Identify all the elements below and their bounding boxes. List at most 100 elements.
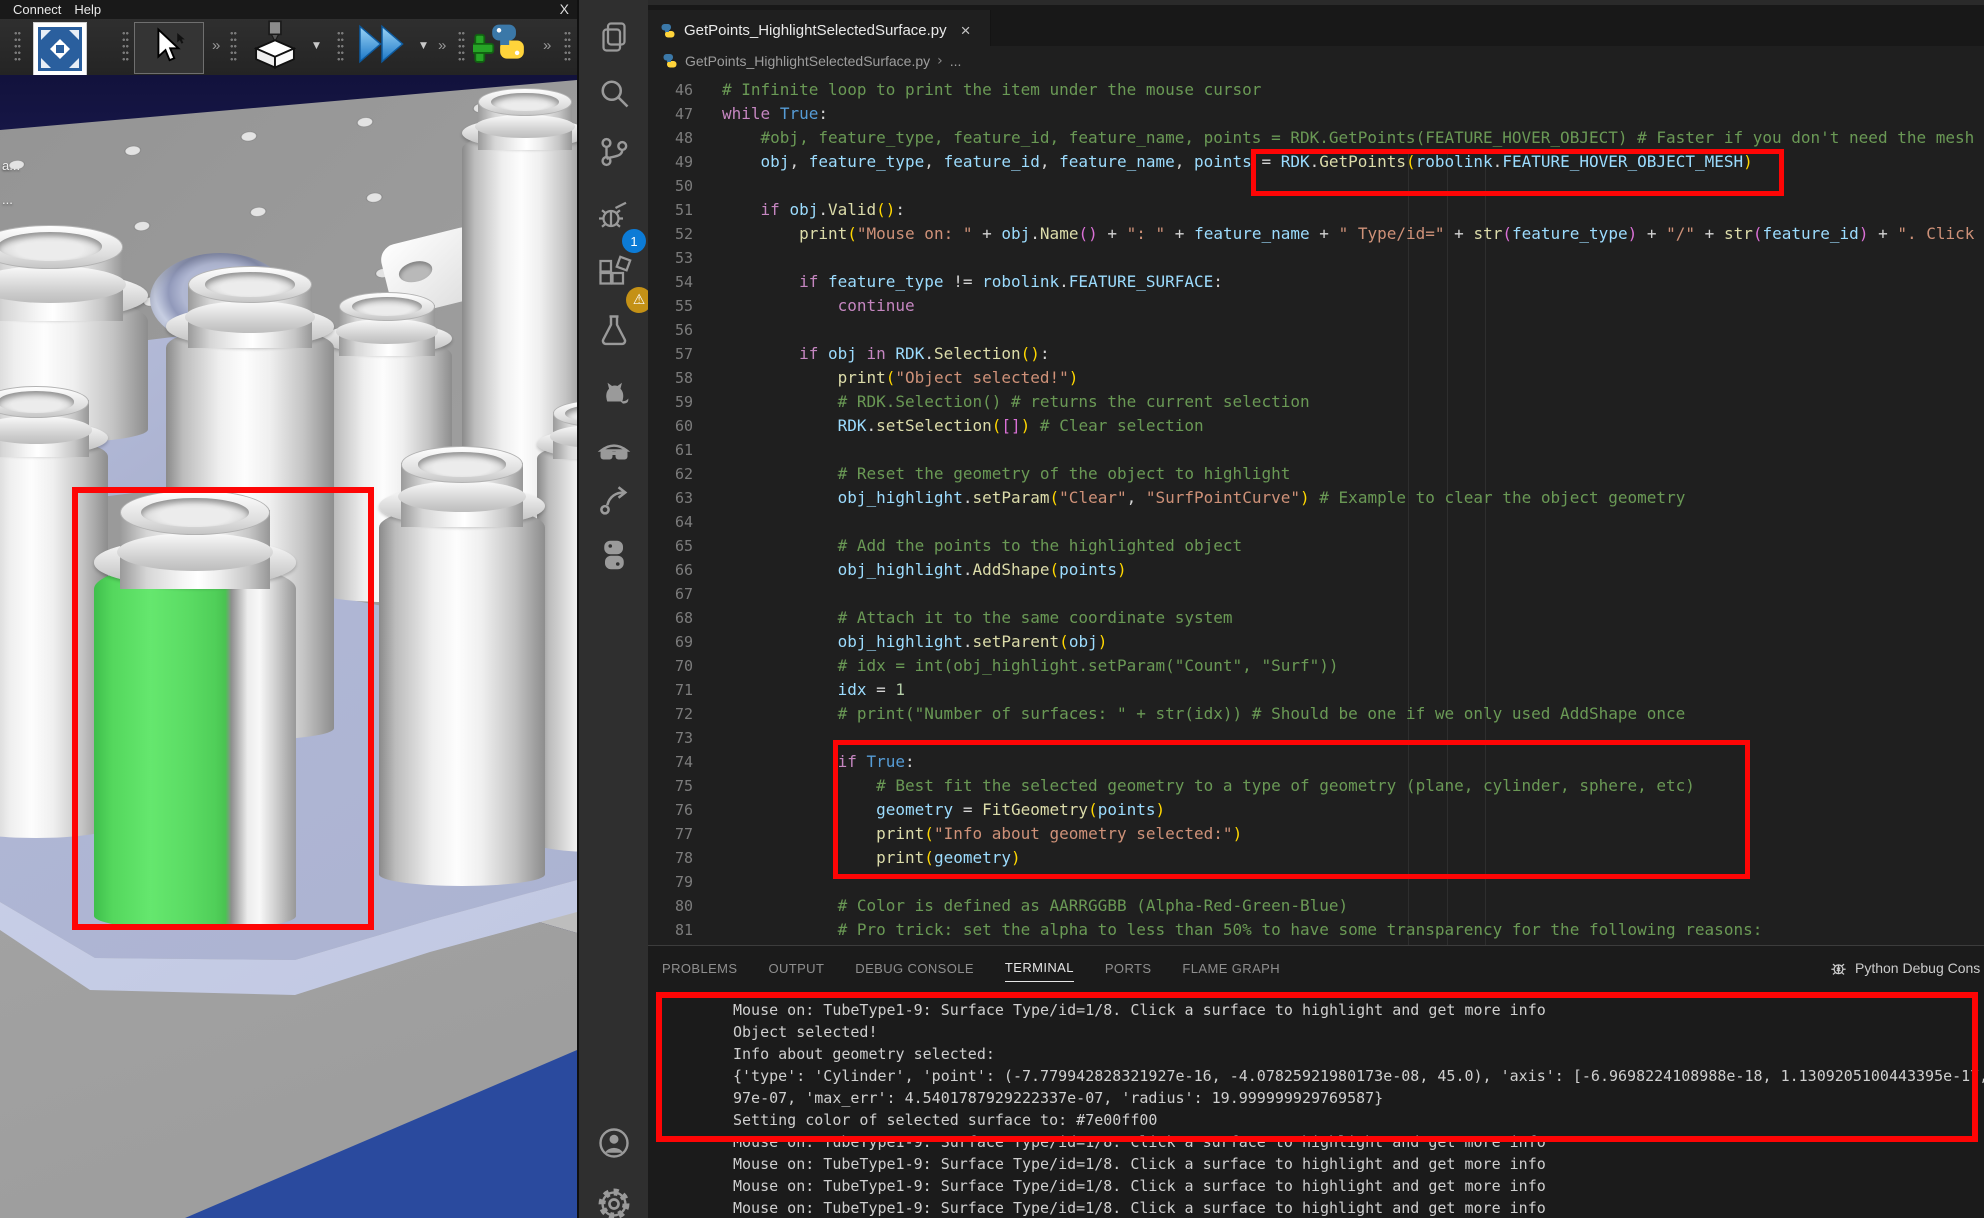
code-line[interactable]: 65 # Add the points to the highlighted o… [648,534,1984,558]
code-line[interactable]: 54 if feature_type != robolink.FEATURE_S… [648,270,1984,294]
line-number[interactable]: 53 [648,246,693,270]
sidebar-item-extensions[interactable]: ⚠ [596,255,632,291]
line-number[interactable]: 63 [648,486,693,510]
sidebar-item-run-debug[interactable]: 1 [596,199,632,235]
panel-tab-output[interactable]: OUTPUT [768,955,824,982]
line-number[interactable]: 67 [648,582,693,606]
debug-console-label[interactable]: Python Debug Cons [1855,960,1980,976]
sidebar-item-liveshare[interactable] [596,482,632,518]
line-number[interactable]: 54 [648,270,693,294]
code-line[interactable]: 81 # Pro trick: set the alpha to less th… [648,918,1984,942]
code-line[interactable]: 80 # Color is defined as AARRGGBB (Alpha… [648,894,1984,918]
sidebar-item-source-control[interactable] [596,134,632,170]
line-number[interactable]: 81 [648,918,693,942]
sidebar-item-cat-extension[interactable] [596,373,632,409]
code-line[interactable]: 47while True: [648,102,1984,126]
sidebar-item-goggles-extension[interactable] [596,434,632,470]
panel-tab-terminal[interactable]: TERMINAL [1005,954,1074,982]
code-line[interactable]: 51 if obj.Valid(): [648,198,1984,222]
sidebar-item-explorer[interactable] [596,19,632,55]
machining-tool-button[interactable] [243,22,307,72]
line-number[interactable]: 78 [648,846,693,870]
line-number[interactable]: 60 [648,414,693,438]
code-line[interactable]: 52 print("Mouse on: " + obj.Name() + ": … [648,222,1984,246]
line-number[interactable]: 55 [648,294,693,318]
line-number[interactable]: 79 [648,870,693,894]
code-line[interactable]: 60 RDK.setSelection([]) # Clear selectio… [648,414,1984,438]
line-number[interactable]: 73 [648,726,693,750]
dropdown-caret-icon[interactable]: ▼ [420,41,427,51]
line-number[interactable]: 58 [648,366,693,390]
line-number[interactable]: 68 [648,606,693,630]
fit-view-button[interactable] [33,22,87,76]
line-number[interactable]: 64 [648,510,693,534]
tab-close-icon[interactable]: × [961,21,971,41]
code-line[interactable]: 66 obj_highlight.AddShape(points) [648,558,1984,582]
code-line[interactable]: 59 # RDK.Selection() # returns the curre… [648,390,1984,414]
code-line[interactable]: 63 obj_highlight.setParam("Clear", "Surf… [648,486,1984,510]
line-number[interactable]: 71 [648,678,693,702]
select-cursor-button[interactable] [134,22,204,74]
panel-tab-problems[interactable]: PROBLEMS [662,955,737,982]
code-line[interactable]: 58 print("Object selected!") [648,366,1984,390]
breadcrumb-file[interactable]: GetPoints_HighlightSelectedSurface.py [685,53,930,69]
code-line[interactable]: 70 # idx = int(obj_highlight.setParam("C… [648,654,1984,678]
tab-getpoints-file[interactable]: GetPoints_HighlightSelectedSurface.py × [648,10,991,51]
line-number[interactable]: 74 [648,750,693,774]
run-fast-button[interactable] [356,22,408,70]
line-number[interactable]: 72 [648,702,693,726]
code-line[interactable]: 61 [648,438,1984,462]
code-line[interactable]: 72 # print("Number of surfaces: " + str(… [648,702,1984,726]
settings-button[interactable] [596,1186,632,1218]
code-line[interactable]: 68 # Attach it to the same coordinate sy… [648,606,1984,630]
line-number[interactable]: 66 [648,558,693,582]
sidebar-item-python[interactable] [596,537,632,573]
panel-tab-flame-graph[interactable]: FLAME GRAPH [1182,955,1280,982]
code-line[interactable]: 55 continue [648,294,1984,318]
line-number[interactable]: 65 [648,534,693,558]
line-number[interactable]: 76 [648,798,693,822]
breadcrumb-more[interactable]: ... [950,53,962,69]
code-line[interactable]: 56 [648,318,1984,342]
line-number[interactable]: 62 [648,462,693,486]
tree-item-truncated[interactable]: ... [2,192,13,207]
code-line[interactable]: 53 [648,246,1984,270]
code-line[interactable]: 69 obj_highlight.setParent(obj) [648,630,1984,654]
debug-console-selector[interactable]: Python Debug Cons [1829,946,1984,990]
toolbar-overflow-icon[interactable]: » [212,37,220,54]
panel-tab-ports[interactable]: PORTS [1105,955,1152,982]
line-number[interactable]: 61 [648,438,693,462]
tree-item-truncated[interactable]: a... [2,158,20,173]
line-number[interactable]: 77 [648,822,693,846]
line-number[interactable]: 46 [648,78,693,102]
code-line[interactable]: 71 idx = 1 [648,678,1984,702]
line-number[interactable]: 49 [648,150,693,174]
code-line[interactable]: 48 #obj, feature_type, feature_id, featu… [648,126,1984,150]
code-line[interactable]: 64 [648,510,1984,534]
code-line[interactable]: 62 # Reset the geometry of the object to… [648,462,1984,486]
line-number[interactable]: 52 [648,222,693,246]
sidebar-item-search[interactable] [596,75,632,111]
toolbar-overflow-icon[interactable]: » [543,37,551,54]
line-number[interactable]: 51 [648,198,693,222]
sidebar-item-testing[interactable] [596,312,632,348]
window-close-button[interactable]: X [560,1,569,17]
line-number[interactable]: 47 [648,102,693,126]
line-number[interactable]: 70 [648,654,693,678]
code-line[interactable]: 46# Infinite loop to print the item unde… [648,78,1984,102]
line-number[interactable]: 75 [648,774,693,798]
toolbar-overflow-icon[interactable]: » [438,37,446,54]
line-number[interactable]: 69 [648,630,693,654]
menu-help[interactable]: Help [74,2,101,17]
account-button[interactable] [596,1125,632,1161]
line-number[interactable]: 48 [648,126,693,150]
line-number[interactable]: 59 [648,390,693,414]
line-number[interactable]: 80 [648,894,693,918]
tube[interactable] [379,446,545,886]
line-number[interactable]: 50 [648,174,693,198]
panel-tab-debug-console[interactable]: DEBUG CONSOLE [855,955,974,982]
code-line[interactable]: 57 if obj in RDK.Selection(): [648,342,1984,366]
line-number[interactable]: 56 [648,318,693,342]
menu-connect[interactable]: Connect [13,2,61,17]
code-line[interactable]: 67 [648,582,1984,606]
